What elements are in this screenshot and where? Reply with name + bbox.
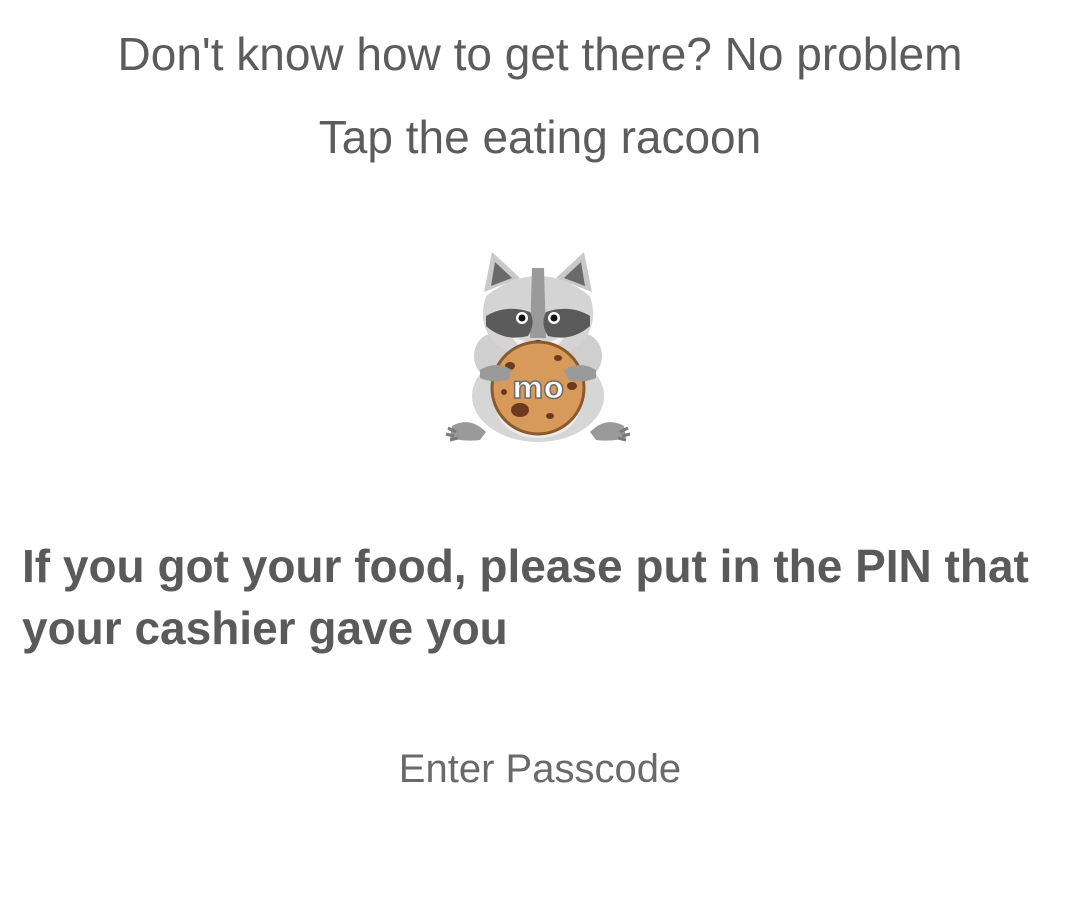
directions-heading: Don't know how to get there? No problem [117,28,963,80]
passcode-input[interactable] [240,742,840,796]
racoon-eating-cookie-icon: mo [445,252,631,442]
cookie-text: mo [512,371,564,406]
tap-racoon-instruction: Tap the eating racoon [318,111,762,163]
pin-instruction: If you got your food, please put in the … [22,540,1029,654]
racoon-button[interactable]: mo [440,246,636,452]
